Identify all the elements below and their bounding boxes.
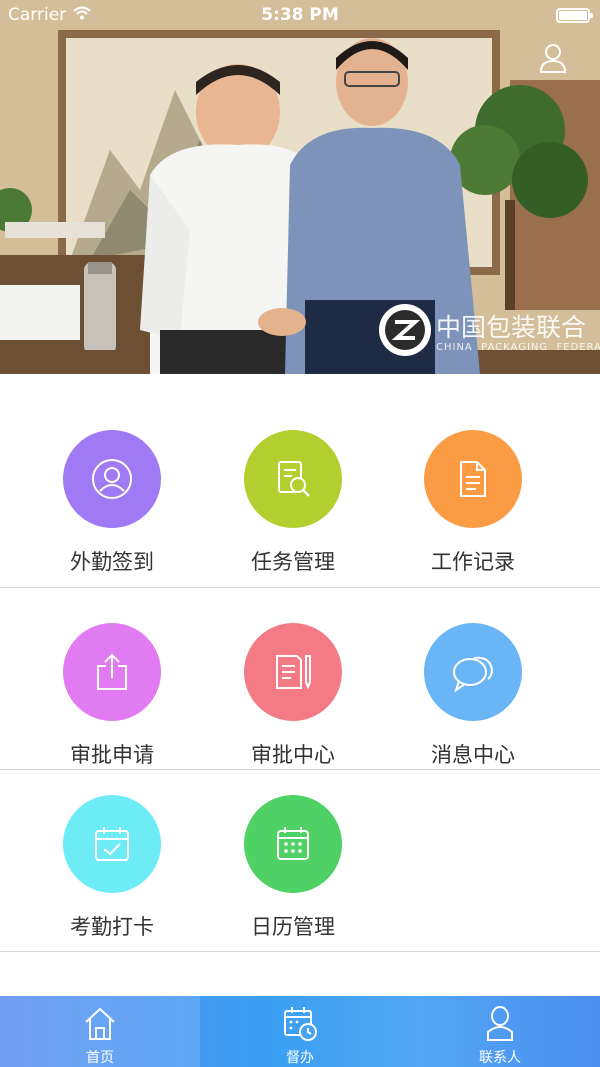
logo-text: 中国包装联合 (436, 313, 587, 342)
banner-photo[interactable]: 中国包装联合 CHINA PACKAGING FEDERATI (0, 0, 600, 374)
menu-item-approval-request[interactable]: 审批申请 (12, 623, 212, 769)
calendar-clock-icon (284, 1007, 317, 1041)
status-time: 5:38 PM (261, 5, 339, 25)
share-upload-icon (63, 623, 161, 721)
menu-item-task-management[interactable]: 任务管理 (193, 430, 393, 576)
app-screen: 中国包装联合 CHINA PACKAGING FEDERATI Carrier … (0, 0, 600, 1067)
grid-row-3: 考勤打卡 日历管理 (0, 770, 600, 952)
grid-row-2: 审批申请 审批中心 消息中心 (0, 588, 600, 770)
menu-label: 任务管理 (251, 550, 335, 574)
menu-item-calendar-management[interactable]: 日历管理 (193, 795, 393, 941)
menu-item-attendance-clock[interactable]: 考勤打卡 (12, 795, 212, 941)
tab-label: 首页 (86, 1050, 114, 1066)
menu-label: 消息中心 (431, 743, 515, 767)
profile-icon[interactable] (538, 42, 568, 74)
calendar-check-icon (63, 795, 161, 893)
person-icon (487, 1006, 513, 1041)
menu-label: 工作记录 (431, 550, 515, 574)
document-icon (424, 430, 522, 528)
chat-bubbles-icon (424, 623, 522, 721)
battery-icon (556, 8, 593, 23)
home-icon (85, 1007, 115, 1040)
tab-label: 督办 (286, 1050, 314, 1066)
document-edit-icon (244, 623, 342, 721)
calendar-grid-icon (244, 795, 342, 893)
function-grid: 外勤签到 任务管理 工作记录 审批申请 审批中心 消息中心 考勤打卡 日历管理 (0, 374, 600, 952)
menu-item-field-checkin[interactable]: 外勤签到 (12, 430, 212, 576)
menu-label: 考勤打卡 (70, 915, 154, 939)
menu-label: 外勤签到 (70, 550, 154, 574)
tab-label: 联系人 (479, 1050, 521, 1066)
user-circle-icon (63, 430, 161, 528)
logo-subtext: CHINA PACKAGING FEDERATI (436, 342, 600, 353)
tab-home[interactable]: 首页 (0, 996, 200, 1067)
document-search-icon (244, 430, 342, 528)
menu-label: 日历管理 (251, 915, 335, 939)
tab-supervise[interactable]: 督办 (200, 996, 400, 1067)
grid-row-1: 外勤签到 任务管理 工作记录 (0, 374, 600, 588)
bottom-tab-bar: 首页 督办 联系人 (0, 996, 600, 1067)
tab-contacts[interactable]: 联系人 (400, 996, 600, 1067)
menu-label: 审批中心 (251, 743, 335, 767)
menu-item-approval-center[interactable]: 审批中心 (193, 623, 393, 769)
menu-item-message-center[interactable]: 消息中心 (373, 623, 573, 769)
menu-label: 审批申请 (70, 743, 154, 767)
status-bar: Carrier 5:38 PM (0, 0, 600, 30)
menu-item-work-record[interactable]: 工作记录 (373, 430, 573, 576)
